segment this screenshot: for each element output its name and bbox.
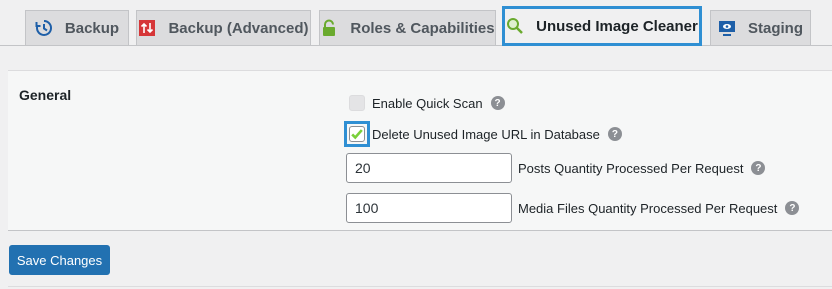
quick-scan-row: Enable Quick Scan ? [344,93,505,113]
tab-unused-image-cleaner[interactable]: Unused Image Cleaner [502,6,702,46]
checkbox-focus-ring [344,121,370,147]
settings-tabs: Backup Backup (Advanced) Roles & Capabil… [0,0,832,46]
posts-quantity-input[interactable] [346,153,512,183]
quick-scan-checkbox[interactable] [349,95,365,111]
tab-staging[interactable]: Staging [710,10,811,45]
help-icon[interactable]: ? [490,96,505,110]
transfer-icon [138,19,156,37]
general-settings-panel: General Enable Quick Scan ? Delete Unuse… [8,70,832,231]
posts-quantity-row: Posts Quantity Processed Per Request ? [346,153,766,183]
tab-roles-capabilities[interactable]: Roles & Capabilities [319,10,496,45]
screen-icon [718,19,736,37]
section-title: General [19,87,72,103]
search-icon [506,17,524,35]
divider [8,286,832,287]
history-icon [35,19,53,37]
tabs-divider [0,45,832,46]
tab-label: Backup (Advanced) [168,19,309,37]
help-icon[interactable]: ? [607,127,622,141]
tab-backup[interactable]: Backup [25,10,129,45]
delete-url-checkbox[interactable] [349,126,365,142]
tab-label: Backup [64,19,120,37]
posts-quantity-label: Posts Quantity Processed Per Request [518,160,744,176]
media-quantity-input[interactable] [346,193,512,223]
tab-backup-advanced[interactable]: Backup (Advanced) [136,10,311,45]
help-icon[interactable]: ? [785,201,800,215]
media-quantity-label: Media Files Quantity Processed Per Reque… [518,200,778,216]
checkmark-icon [351,129,363,140]
delete-url-label: Delete Unused Image URL in Database [372,126,600,142]
quick-scan-label: Enable Quick Scan [372,95,483,111]
checkbox-wrapper [344,90,370,116]
tab-label: Unused Image Cleaner [536,17,698,35]
media-quantity-row: Media Files Quantity Processed Per Reque… [346,193,800,223]
delete-url-row: Delete Unused Image URL in Database ? [344,121,622,147]
tab-label: Staging [748,19,803,37]
help-icon[interactable]: ? [751,161,766,175]
save-changes-button[interactable]: Save Changes [9,245,110,275]
lock-icon [320,19,338,37]
tab-label: Roles & Capabilities [350,19,495,37]
